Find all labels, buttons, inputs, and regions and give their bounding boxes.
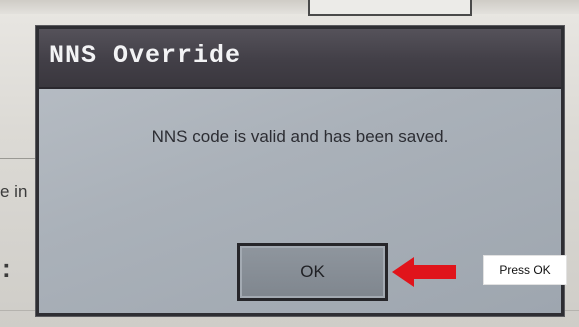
- touchscreen-photo: e in : NNS Override NNS code is valid an…: [0, 0, 579, 327]
- callout-text: Press OK: [499, 263, 551, 277]
- background-field-box: [308, 0, 472, 16]
- dialog-title: NNS Override: [49, 41, 242, 70]
- background-partial-colon: :: [2, 253, 11, 283]
- background-divider: [0, 158, 36, 159]
- instruction-callout: Press OK: [483, 255, 567, 285]
- ok-button[interactable]: OK: [237, 243, 388, 301]
- background-partial-text: e in: [0, 182, 28, 201]
- red-arrow-icon: [392, 257, 456, 287]
- background-top-bar: [0, 0, 579, 14]
- dialog-message: NNS code is valid and has been saved.: [151, 127, 449, 146]
- ok-button-label: OK: [300, 262, 325, 281]
- dialog-titlebar: NNS Override: [39, 29, 561, 89]
